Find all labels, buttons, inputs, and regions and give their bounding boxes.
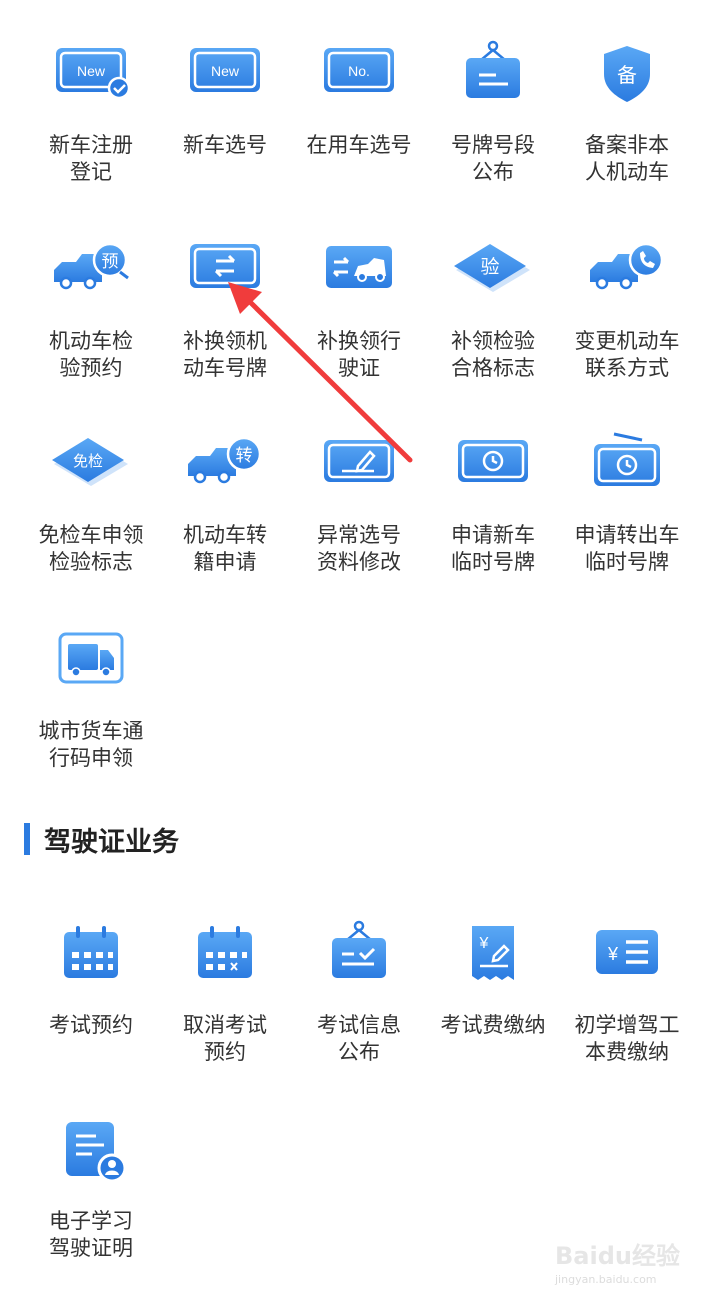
service-change-contact[interactable]: 变更机动车 联系方式 xyxy=(560,236,694,382)
temp-plate-clock-icon xyxy=(458,440,528,482)
fee-list-icon: ¥ xyxy=(596,930,658,974)
service-truck-pass[interactable]: 城市货车通 行码申领 xyxy=(24,626,158,772)
service-label: 申请新车 临时号牌 xyxy=(451,523,535,574)
service-replace-plate[interactable]: 补换领机 动车号牌 xyxy=(158,236,292,382)
service-label: 补换领机 动车号牌 xyxy=(183,329,267,380)
service-label: 新车选号 xyxy=(183,133,267,157)
section-title: 驾驶证业务 xyxy=(44,826,179,858)
service-label: 取消考试 预约 xyxy=(183,1013,267,1064)
new-plate-check-icon: New xyxy=(56,48,131,100)
truck-pass-icon xyxy=(58,632,124,684)
service-label: 城市货车通 行码申领 xyxy=(38,719,144,770)
service-learner-fee[interactable]: ¥ 初学增驾工 本费缴纳 xyxy=(560,920,694,1066)
service-label: 备案非本 人机动车 xyxy=(585,133,669,184)
baidu-watermark: Baidu经验 jingyan.baidu.com xyxy=(555,1236,680,1286)
service-label: 申请转出车 临时号牌 xyxy=(574,523,680,574)
svg-text:预: 预 xyxy=(102,252,119,272)
service-new-temp-plate[interactable]: 申请新车 临时号牌 xyxy=(426,430,560,576)
inspection-diamond-icon: 验 xyxy=(454,244,530,292)
service-label: 补换领行 驶证 xyxy=(317,329,401,380)
watermark-url: jingyan.baidu.com xyxy=(555,1273,657,1286)
service-label: 考试预约 xyxy=(49,1013,133,1037)
svg-text:No.: No. xyxy=(348,63,370,79)
svg-text:¥: ¥ xyxy=(479,935,489,952)
car-phone-icon xyxy=(590,242,664,290)
fee-receipt-icon: ¥ xyxy=(472,926,514,980)
service-label: 机动车检 验预约 xyxy=(49,329,133,380)
svg-text:备: 备 xyxy=(617,63,637,87)
service-label: 异常选号 资料修改 xyxy=(317,523,401,574)
service-label: 机动车转 籍申请 xyxy=(183,523,267,574)
svg-text:转: 转 xyxy=(236,446,253,466)
svg-text:¥: ¥ xyxy=(607,944,619,964)
hanging-board-icon xyxy=(466,40,520,98)
calendar-icon xyxy=(64,926,118,978)
service-e-learning-proof[interactable]: 电子学习 驾驶证明 xyxy=(24,1116,158,1262)
service-plate-segment[interactable]: 号牌号段 公布 xyxy=(426,40,560,186)
section-header-license: 驾驶证业务 xyxy=(24,822,179,858)
service-label: 电子学习 驾驶证明 xyxy=(49,1209,133,1260)
service-in-use-car-number[interactable]: No. 在用车选号 xyxy=(292,40,426,159)
service-label: 考试信息 公布 xyxy=(317,1013,401,1064)
shield-record-icon: 备 xyxy=(604,46,650,102)
plate-exchange-icon xyxy=(190,244,260,288)
svg-text:验: 验 xyxy=(480,256,499,278)
edit-plate-icon xyxy=(324,440,394,482)
service-transfer-temp-plate[interactable]: 申请转出车 临时号牌 xyxy=(560,430,694,576)
svg-text:New: New xyxy=(211,63,240,79)
svg-text:免检: 免检 xyxy=(73,452,103,470)
license-exchange-icon xyxy=(326,246,392,288)
service-abnormal-number[interactable]: 异常选号 资料修改 xyxy=(292,430,426,576)
calendar-cancel-icon xyxy=(198,926,252,978)
service-new-car-registration[interactable]: New 新车注册 登记 xyxy=(24,40,158,186)
service-label: 在用车选号 xyxy=(306,133,412,157)
service-record-vehicle[interactable]: 备 备案非本 人机动车 xyxy=(560,40,694,186)
svg-text:New: New xyxy=(77,63,106,79)
watermark-text: Baidu经验 xyxy=(555,1242,680,1270)
service-cancel-exam[interactable]: 取消考试 预约 xyxy=(158,920,292,1066)
service-label: 补领检验 合格标志 xyxy=(451,329,535,380)
service-exam-info[interactable]: 考试信息 公布 xyxy=(292,920,426,1066)
service-label: 免检车申领 检验标志 xyxy=(38,523,144,574)
exempt-diamond-icon: 免检 xyxy=(52,438,128,486)
no-plate-icon: No. xyxy=(324,48,394,92)
car-transfer-icon: 转 xyxy=(188,436,262,484)
new-plate-icon: New xyxy=(190,48,260,92)
temp-plate-hanging-icon xyxy=(594,432,660,486)
section-accent-bar xyxy=(24,823,30,855)
service-label: 变更机动车 联系方式 xyxy=(574,329,680,380)
service-new-car-number[interactable]: New 新车选号 xyxy=(158,40,292,159)
service-exam-fee[interactable]: ¥ 考试费缴纳 xyxy=(426,920,560,1039)
service-replace-license[interactable]: 补换领行 驶证 xyxy=(292,236,426,382)
service-vehicle-transfer[interactable]: 转 机动车转 籍申请 xyxy=(158,430,292,576)
info-board-icon xyxy=(332,920,386,978)
service-exempt-inspection[interactable]: 免检 免检车申领 检验标志 xyxy=(24,430,158,576)
service-label: 初学增驾工 本费缴纳 xyxy=(574,1013,680,1064)
service-label: 号牌号段 公布 xyxy=(451,133,535,184)
doc-person-icon xyxy=(66,1122,127,1183)
service-inspection-mark[interactable]: 验 补领检验 合格标志 xyxy=(426,236,560,382)
car-reserve-icon: 预 xyxy=(54,242,129,290)
service-label: 新车注册 登记 xyxy=(49,133,133,184)
service-exam-appointment[interactable]: 考试预约 xyxy=(24,920,158,1039)
service-inspection-appointment[interactable]: 预 机动车检 验预约 xyxy=(24,236,158,382)
service-label: 考试费缴纳 xyxy=(440,1013,546,1037)
